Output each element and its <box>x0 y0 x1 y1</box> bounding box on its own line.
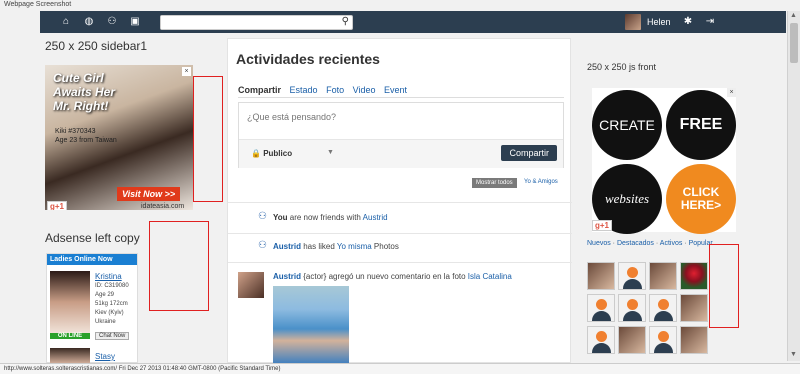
scroll-thumb[interactable] <box>790 23 798 63</box>
chevron-down-icon[interactable]: ▼ <box>327 149 334 156</box>
user-link[interactable]: Austrid <box>273 272 301 281</box>
status-composer: 🔒 Publico ▼ Compartir <box>238 102 564 168</box>
composer-tabs: Compartir Estado Foto Video Event <box>238 85 413 95</box>
tab-foto[interactable]: Foto <box>326 85 344 95</box>
divider <box>228 202 572 203</box>
tab-compartir[interactable]: Compartir <box>238 85 281 95</box>
page-title: Actividades recientes <box>236 51 380 67</box>
google-plus-button[interactable]: g+1 <box>47 201 68 210</box>
online-badge: ON LINE <box>50 333 90 339</box>
ad-header: Ladies Online Now <box>47 254 137 265</box>
profile-name-link[interactable]: Stasy <box>95 352 115 361</box>
ad-headline: Cute Girl Awaits Her Mr. Right! <box>53 71 116 113</box>
sidebar-title: 250 x 250 js front <box>587 62 657 72</box>
window-caption: Webpage Screenshot <box>4 1 72 8</box>
scroll-up-icon[interactable]: ▲ <box>790 12 797 19</box>
show-all-button[interactable]: Mostrar todos <box>472 178 517 188</box>
member-thumbnail[interactable] <box>618 326 646 354</box>
feed-item: ⚇ Austrid has liked Yo misma Photos <box>258 240 399 251</box>
adsense-title: Adsense left copy <box>45 231 140 245</box>
profile-details: ID: C319080 Age 29 51kg 172cm Kiev (Kyiv… <box>95 283 129 325</box>
member-thumbnail[interactable] <box>649 262 677 290</box>
left-sidebar: 250 x 250 sidebar1 Cute Girl Awaits Her … <box>40 33 223 364</box>
ad-profile-info: Kiki #370343 Age 23 from Taiwan <box>55 128 117 144</box>
photo-link[interactable]: Isla Catalina <box>468 272 512 281</box>
ad-banner-dating[interactable]: Cute Girl Awaits Her Mr. Right! Kiki #37… <box>45 65 193 210</box>
ad-placeholder-outline <box>193 76 223 202</box>
user-link[interactable]: Austrid <box>363 213 388 222</box>
user-name[interactable]: Helen <box>647 17 671 27</box>
me-and-friends-link[interactable]: Yo & Amigos <box>524 179 558 185</box>
feed-item: ⚇ You are now friends with Austrid <box>258 211 388 222</box>
top-navigation-bar: ⌂ ◍ ⚇ ▣ ⚲ Helen ✱ ⇥ <box>40 11 786 33</box>
vertical-scrollbar[interactable]: ▲ ▼ <box>787 11 800 361</box>
composer-footer: 🔒 Publico ▼ Compartir <box>239 139 563 168</box>
profile-name-link[interactable]: Kristina <box>95 272 122 281</box>
google-plus-button[interactable]: g+1 <box>592 220 613 231</box>
people-icon[interactable]: ⚇ <box>106 16 118 28</box>
search-box: ⚲ <box>160 15 353 30</box>
profile-photo[interactable] <box>50 271 90 333</box>
feed-photo[interactable] <box>273 286 349 364</box>
tab-video[interactable]: Video <box>353 85 376 95</box>
tab-event[interactable]: Event <box>384 85 407 95</box>
member-thumbnail[interactable] <box>680 262 708 290</box>
divider <box>228 262 572 263</box>
tabs-divider <box>238 97 564 98</box>
member-thumbnail[interactable] <box>587 262 615 290</box>
sidebar-title: 250 x 250 sidebar1 <box>45 39 148 53</box>
member-filter-tabs: Nuevos · Destacados · Activos · Popular <box>587 240 713 247</box>
profile-photo[interactable] <box>50 348 90 364</box>
member-thumbnail[interactable] <box>680 294 708 322</box>
ad-domain: idateasia.com <box>141 203 185 210</box>
close-icon[interactable]: × <box>727 88 736 97</box>
ad-bubble-click-here: CLICK HERE> <box>666 164 736 234</box>
member-thumbnail[interactable] <box>649 326 677 354</box>
tab-estado[interactable]: Estado <box>290 85 318 95</box>
member-thumbnail[interactable] <box>587 294 615 322</box>
website-builder-ad[interactable]: CREATE FREE websites CLICK HERE> g+1 × <box>592 88 736 234</box>
privacy-select[interactable]: 🔒 Publico <box>251 149 292 158</box>
ad-bubble-free: FREE <box>666 90 736 160</box>
gear-icon[interactable]: ✱ <box>682 16 694 28</box>
scroll-down-icon[interactable]: ▼ <box>790 351 797 358</box>
search-input[interactable] <box>161 16 331 29</box>
tab-nuevos[interactable]: Nuevos <box>587 240 611 247</box>
chat-now-button[interactable]: Chat Now <box>95 332 130 340</box>
close-icon[interactable]: × <box>182 67 191 76</box>
tab-destacados[interactable]: Destacados <box>617 240 654 247</box>
avatar[interactable] <box>238 272 264 298</box>
like-icon: ⚇ <box>258 240 267 251</box>
tab-activos[interactable]: Activos <box>660 240 683 247</box>
status-input[interactable] <box>247 112 547 122</box>
member-thumbnail[interactable] <box>587 326 615 354</box>
globe-icon[interactable]: ◍ <box>83 16 95 28</box>
feed-item-text: Austrid {actor} agregó un nuevo comentar… <box>273 272 512 281</box>
ladies-online-ad[interactable]: Ladies Online Now ON LINE Kristina ID: C… <box>46 253 138 364</box>
ad-placeholder-outline <box>149 221 209 311</box>
ad-placeholder-outline <box>709 244 739 328</box>
share-button[interactable]: Compartir <box>501 145 557 161</box>
album-link[interactable]: Yo misma <box>337 242 372 251</box>
main-activity-panel: Actividades recientes Compartir Estado F… <box>227 38 572 364</box>
divider <box>228 233 572 234</box>
user-link[interactable]: Austrid <box>273 242 301 251</box>
search-icon[interactable]: ⚲ <box>342 16 349 27</box>
visit-now-button[interactable]: Visit Now >> <box>117 187 181 201</box>
member-thumbnail[interactable] <box>618 294 646 322</box>
chat-icon[interactable]: ▣ <box>129 16 141 28</box>
member-thumbnail[interactable] <box>680 326 708 354</box>
avatar[interactable] <box>625 14 641 30</box>
browser-status-bar: http://www.solteras.solterascristianas.c… <box>0 363 800 374</box>
right-sidebar: 250 x 250 js front CREATE FREE websites … <box>587 38 747 363</box>
ad-bubble-create: CREATE <box>592 90 662 160</box>
friends-icon: ⚇ <box>258 211 267 222</box>
member-thumbnail[interactable] <box>618 262 646 290</box>
member-thumbnail[interactable] <box>649 294 677 322</box>
home-icon[interactable]: ⌂ <box>60 16 72 28</box>
logout-icon[interactable]: ⇥ <box>704 16 716 28</box>
